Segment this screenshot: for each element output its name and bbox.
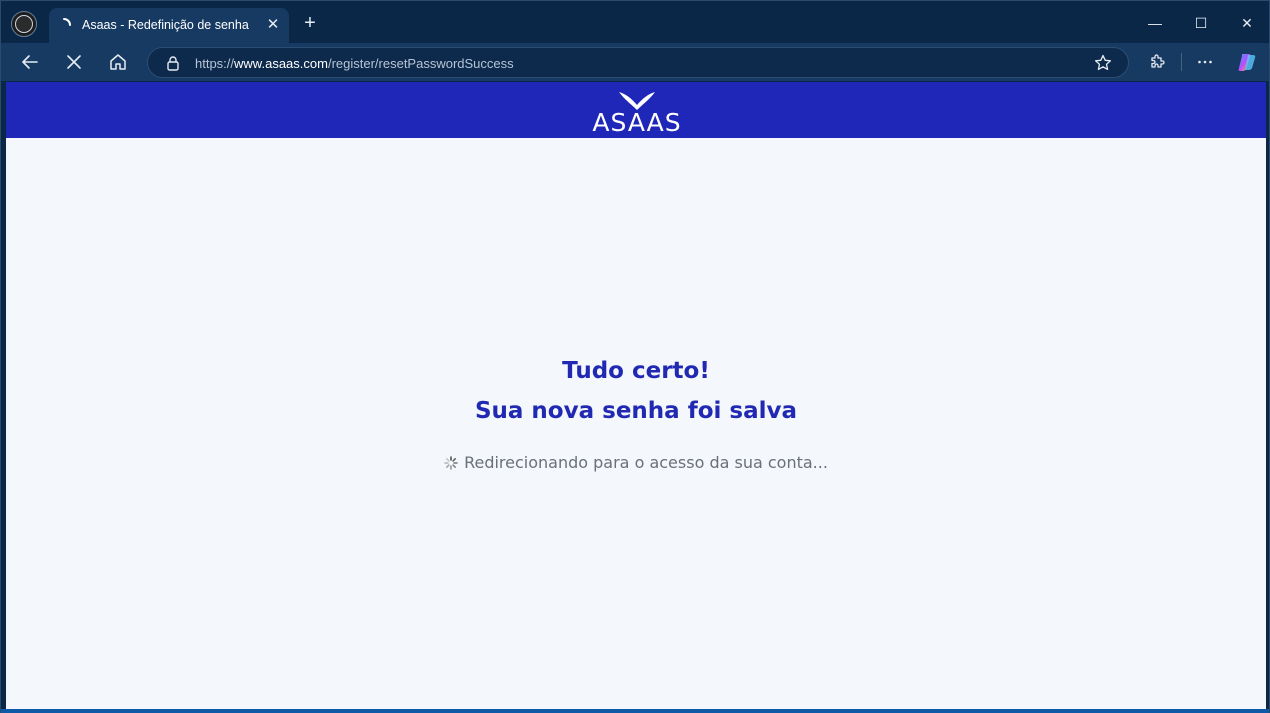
profile-icon: [15, 15, 33, 33]
url-scheme: https://: [195, 56, 235, 71]
new-tab-button[interactable]: +: [299, 12, 321, 34]
home-icon: [110, 54, 126, 70]
tab-close-button[interactable]: ✕: [265, 17, 281, 33]
asaas-logo[interactable]: ASAAS: [574, 90, 700, 137]
loading-spinner-icon: [63, 18, 71, 26]
back-arrow-icon: [22, 55, 38, 69]
settings-menu-button[interactable]: [1193, 50, 1217, 74]
loading-spinner-icon: [444, 456, 458, 470]
star-icon[interactable]: [1094, 54, 1112, 72]
minimize-button[interactable]: —: [1143, 11, 1167, 35]
back-button[interactable]: [18, 50, 42, 74]
toolbar-divider: [1181, 53, 1182, 71]
stop-loading-button[interactable]: [62, 50, 86, 74]
more-icon: [1198, 60, 1212, 64]
copilot-icon: [1238, 54, 1256, 71]
redirect-message: Redirecionando para o acesso da sua cont…: [6, 453, 1266, 472]
redirect-text: Redirecionando para o acesso da sua cont…: [464, 453, 828, 472]
url-path: /register/resetPasswordSuccess: [327, 56, 514, 71]
home-button[interactable]: [106, 50, 130, 74]
profile-avatar[interactable]: [11, 11, 37, 37]
extensions-button[interactable]: [1145, 50, 1169, 74]
browser-window: Asaas - Redefinição de senha ✕ + — ☐ ✕ h…: [0, 0, 1270, 713]
maximize-button[interactable]: ☐: [1189, 11, 1213, 35]
close-window-button[interactable]: ✕: [1235, 11, 1259, 35]
window-frame-bottom: [1, 709, 1269, 713]
success-subtitle: Sua nova senha foi salva: [474, 398, 798, 424]
url-host: www.asaas.com: [234, 56, 328, 71]
lock-icon[interactable]: [166, 55, 180, 71]
copilot-button[interactable]: [1235, 50, 1259, 74]
brand-header: ASAAS: [6, 82, 1266, 138]
puzzle-icon: [1151, 54, 1165, 68]
browser-toolbar: https://www.asaas.com/register/resetPass…: [1, 43, 1269, 81]
tab-strip: Asaas - Redefinição de senha ✕ + — ☐ ✕: [1, 1, 1269, 43]
success-title: Tudo certo!: [562, 358, 710, 384]
stop-loading-icon: [67, 55, 81, 69]
tab-title: Asaas - Redefinição de senha: [82, 18, 249, 32]
tab-active[interactable]: Asaas - Redefinição de senha ✕: [49, 8, 289, 43]
brand-name: ASAAS: [592, 108, 682, 137]
page-content: ASAAS Tudo certo! Sua nova senha foi sal…: [6, 82, 1266, 709]
url-text[interactable]: https://www.asaas.com/register/resetPass…: [195, 56, 514, 71]
address-bar[interactable]: https://www.asaas.com/register/resetPass…: [147, 47, 1129, 78]
